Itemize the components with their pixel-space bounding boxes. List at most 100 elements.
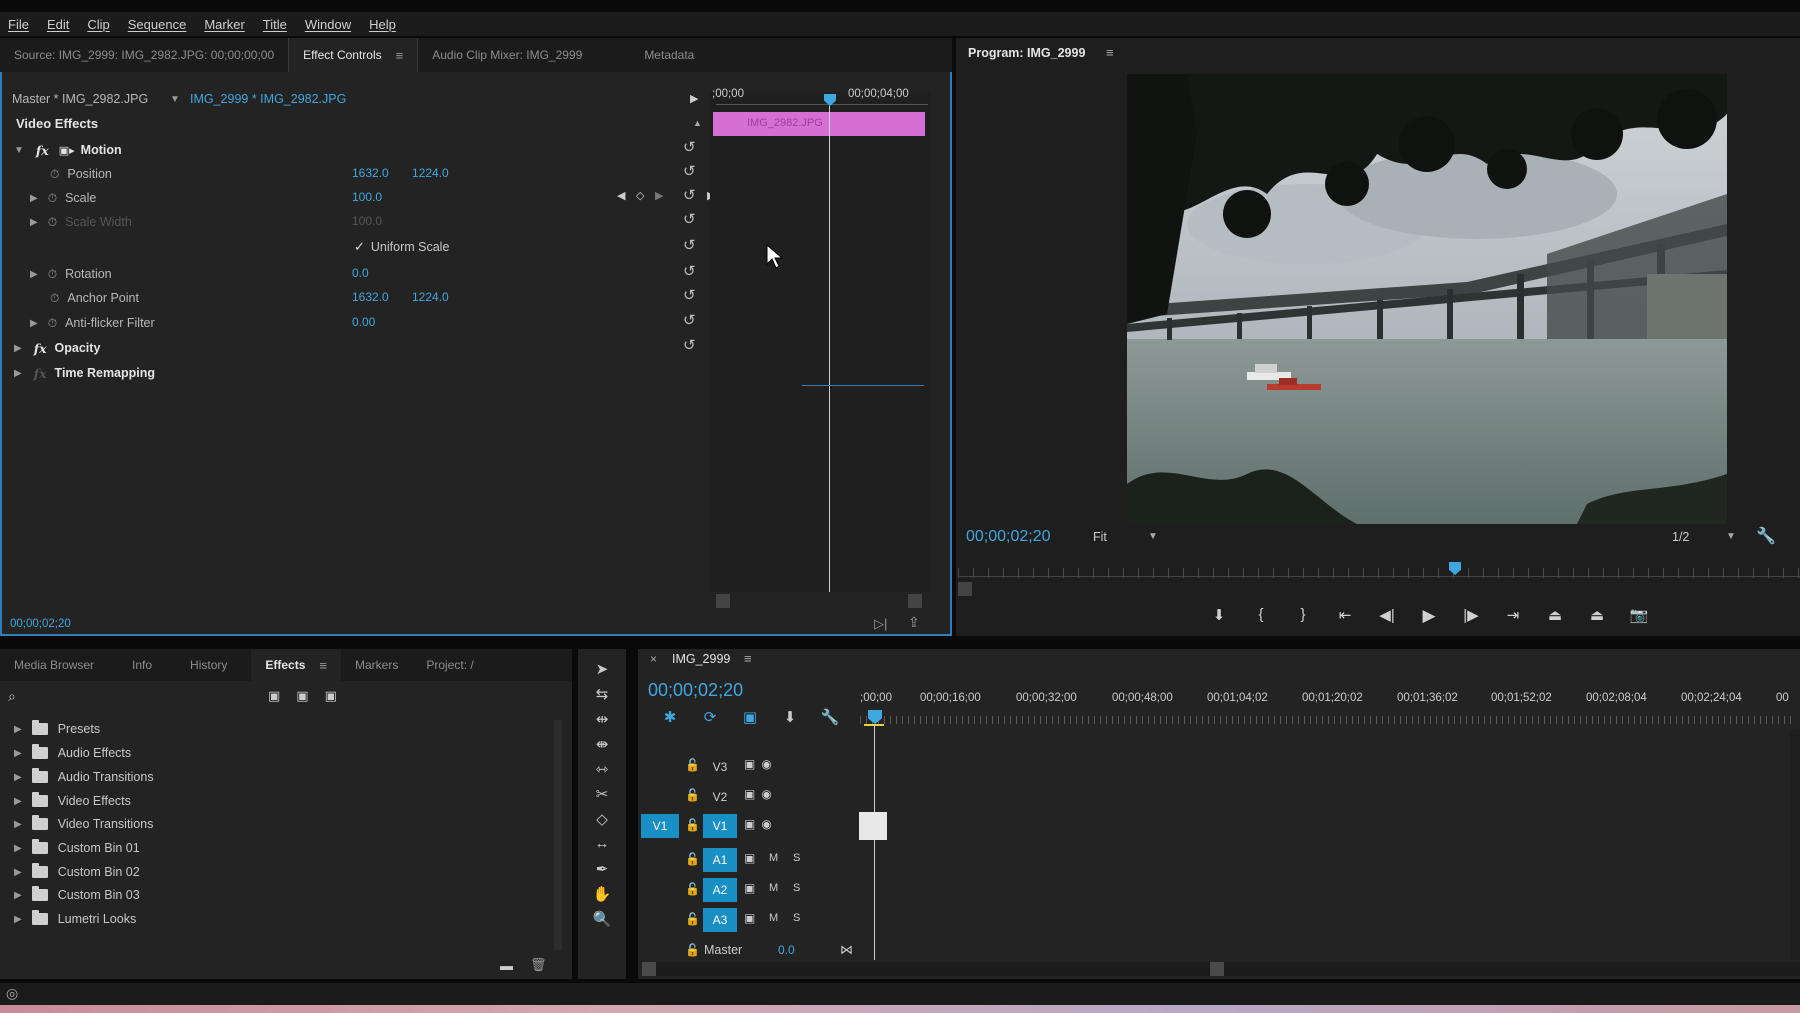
stopwatch-active-icon[interactable]: ⏱: [48, 191, 57, 206]
tab-history[interactable]: History: [176, 649, 241, 681]
selection-tool-icon[interactable]: ➤: [590, 660, 614, 680]
tree-item-custom-bin-03[interactable]: ▶ Custom Bin 03: [14, 884, 140, 906]
reset-antiflicker-icon[interactable]: ↺: [683, 311, 696, 329]
fit-dropdown-icon[interactable]: ▼: [1148, 531, 1158, 542]
add-keyframe-icon[interactable]: ◇: [636, 189, 644, 202]
menu-clip[interactable]: Clip: [87, 17, 109, 32]
track-a1-solo[interactable]: S: [793, 852, 800, 864]
slip-tool-icon[interactable]: ◇: [590, 810, 614, 830]
anchor-y-value[interactable]: 1224.0: [412, 290, 449, 304]
tab-effect-controls[interactable]: Effect Controls ≡: [288, 38, 419, 72]
track-a3-mute[interactable]: M: [769, 912, 778, 924]
tree-item-audio-transitions[interactable]: ▶ Audio Transitions: [14, 766, 154, 788]
reset-rotation-icon[interactable]: ↺: [683, 262, 696, 280]
play-clip-icon[interactable]: ▶: [690, 92, 698, 105]
menu-title[interactable]: Title: [263, 17, 287, 32]
wrench-icon[interactable]: 🔧: [1756, 526, 1776, 546]
expand-time-remap-icon[interactable]: ▶: [14, 368, 22, 379]
reset-scale-width-icon[interactable]: ↺: [683, 210, 696, 228]
track-a3-solo[interactable]: S: [793, 912, 800, 924]
menu-sequence[interactable]: Sequence: [128, 17, 187, 32]
timeline-title[interactable]: IMG_2999: [672, 652, 730, 666]
tree-item-video-effects[interactable]: ▶ Video Effects: [14, 790, 131, 812]
stopwatch-icon[interactable]: ⏱: [48, 267, 57, 282]
program-timecode[interactable]: 00;00;02;20: [966, 528, 1051, 546]
tab-info[interactable]: Info: [118, 649, 166, 681]
export-frame-icon[interactable]: ▷|: [874, 616, 887, 632]
resolution-dropdown-icon[interactable]: ▼: [1726, 531, 1736, 542]
step-back-icon[interactable]: ◀|: [1366, 606, 1408, 626]
panel-menu-icon[interactable]: ≡: [396, 48, 404, 63]
expand-motion-icon[interactable]: ▼: [14, 145, 24, 156]
slide-tool-icon[interactable]: ↔: [590, 835, 614, 855]
linked-selection-icon[interactable]: ⟳: [690, 708, 730, 726]
tab-media-browser[interactable]: Media Browser: [0, 649, 108, 681]
tab-metadata[interactable]: Metadata: [630, 38, 708, 72]
effect-controls-timecode[interactable]: 00;00;02;20: [10, 618, 71, 630]
reset-position-icon[interactable]: ↺: [683, 162, 696, 180]
track-a2-mute[interactable]: M: [769, 882, 778, 894]
go-to-out-icon[interactable]: ⇥: [1492, 606, 1534, 626]
share-icon[interactable]: ⇪: [908, 614, 920, 631]
track-a2-label[interactable]: A2: [703, 878, 737, 902]
timeline-vertical-scrollbar[interactable]: [1790, 730, 1800, 960]
master-volume-value[interactable]: 0.0: [778, 943, 795, 957]
antiflicker-value[interactable]: 0.00: [352, 315, 375, 329]
motion-transform-icon[interactable]: ▣▸: [59, 144, 75, 157]
timeline-timecode[interactable]: 00;00;02;20: [648, 680, 743, 701]
video-frame[interactable]: [1127, 74, 1727, 524]
play-icon[interactable]: ▶: [1408, 606, 1450, 626]
tree-item-video-transitions[interactable]: ▶ Video Transitions: [14, 813, 153, 835]
expand-rotation-icon[interactable]: ▶: [30, 269, 38, 280]
new-bin-icon[interactable]: ▬: [500, 958, 513, 973]
uniform-scale-checkbox[interactable]: ✓ Uniform Scale: [354, 239, 449, 255]
track-a1-sync-icon[interactable]: ▣: [744, 851, 755, 865]
position-y-value[interactable]: 1224.0: [412, 166, 449, 180]
track-a2-sync-icon[interactable]: ▣: [744, 881, 755, 895]
tab-project[interactable]: Project: /: [412, 649, 487, 681]
track-v3-toggles[interactable]: ▣◉: [744, 757, 778, 771]
accelerated-filter-icons[interactable]: ▣▣▣: [268, 688, 353, 704]
lock-icon[interactable]: 🔓: [685, 882, 700, 896]
add-marker-tl-icon[interactable]: ▣: [730, 708, 770, 726]
search-icon[interactable]: ⌕: [8, 688, 16, 705]
track-v1-toggles[interactable]: ▣◉: [744, 817, 778, 831]
close-tab-icon[interactable]: ×: [650, 652, 657, 666]
master-end-icon[interactable]: ⋈: [840, 942, 853, 958]
mark-out-icon[interactable]: }: [1282, 606, 1324, 626]
v1-clip[interactable]: [859, 812, 887, 840]
lock-icon[interactable]: 🔓: [685, 943, 700, 957]
scale-value[interactable]: 100.0: [352, 190, 382, 204]
tab-markers[interactable]: Markers: [341, 649, 412, 681]
stopwatch-icon[interactable]: ⏱: [50, 291, 59, 306]
position-x-value[interactable]: 1632.0: [352, 166, 389, 180]
menu-help[interactable]: Help: [369, 17, 396, 32]
go-to-in-icon[interactable]: ⇤: [1324, 606, 1366, 626]
timeline-menu-icon[interactable]: ≡: [744, 651, 752, 666]
tree-item-custom-bin-01[interactable]: ▶ Custom Bin 01: [14, 837, 140, 859]
lock-icon[interactable]: 🔓: [685, 852, 700, 866]
extract-icon[interactable]: ⏏: [1576, 606, 1618, 626]
mark-in-icon[interactable]: {: [1240, 606, 1282, 626]
reset-motion-icon[interactable]: ↺: [683, 138, 696, 156]
marker-icon[interactable]: ⬇: [770, 708, 810, 726]
search-input[interactable]: [24, 686, 264, 706]
expand-opacity-icon[interactable]: ▶: [14, 343, 22, 354]
track-a1-label[interactable]: A1: [703, 848, 737, 872]
track-a1-mute[interactable]: M: [769, 852, 778, 864]
reset-scale-icon[interactable]: ↺: [683, 186, 696, 204]
camera-icon[interactable]: 📷: [1618, 606, 1660, 626]
tree-item-audio-effects[interactable]: ▶ Audio Effects: [14, 742, 131, 764]
opacity-row[interactable]: ▶ fx Opacity: [0, 336, 100, 360]
effect-controls-timeline[interactable]: [710, 92, 930, 592]
mini-scroll-right[interactable]: [908, 594, 922, 608]
lock-icon[interactable]: 🔓: [685, 758, 700, 772]
effects-menu-icon[interactable]: ≡: [319, 658, 327, 673]
fit-dropdown[interactable]: Fit: [1093, 530, 1107, 544]
tree-item-custom-bin-02[interactable]: ▶ Custom Bin 02: [14, 861, 140, 883]
mini-scroll-left[interactable]: [716, 594, 730, 608]
timeline-scroll-right-handle[interactable]: [1210, 962, 1224, 976]
track-v2-label[interactable]: V2: [705, 785, 735, 809]
mini-clip-bar[interactable]: IMG_2982.JPG: [713, 112, 925, 136]
ripple-edit-tool-icon[interactable]: ⇹: [590, 710, 614, 730]
